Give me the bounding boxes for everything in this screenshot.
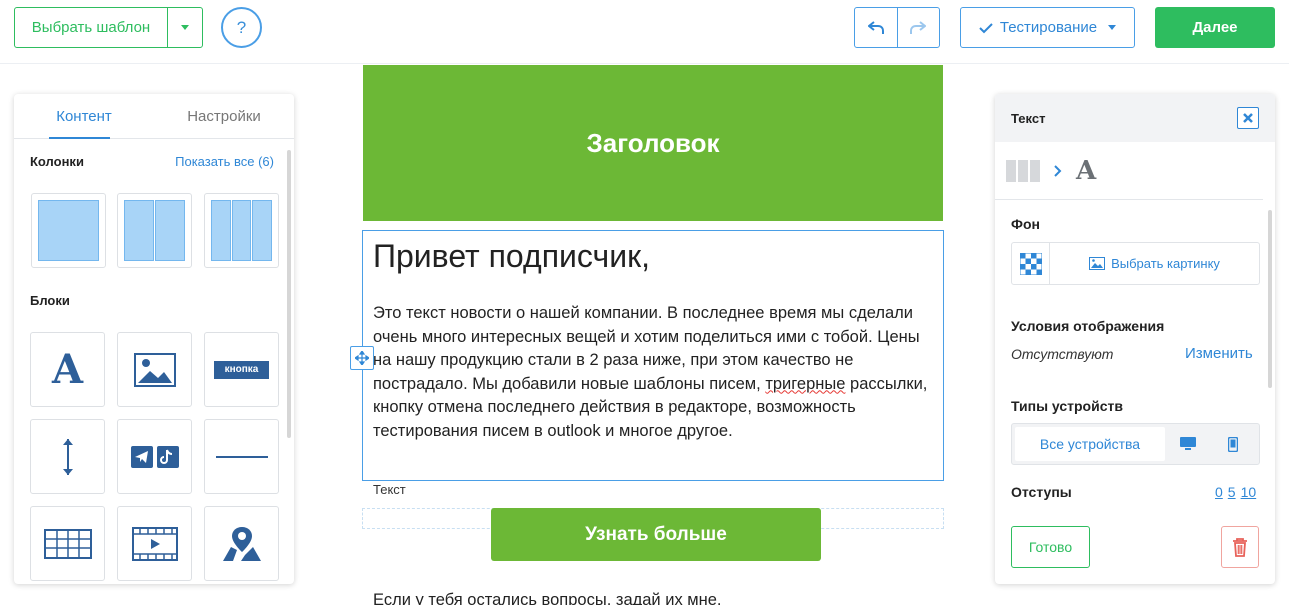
content-panel: Контент Настройки Колонки Показать все (… bbox=[14, 94, 294, 584]
close-button[interactable] bbox=[1237, 107, 1259, 129]
help-button[interactable]: ? bbox=[221, 7, 262, 48]
panel-header: Текст bbox=[995, 94, 1275, 142]
block-type-label: Текст bbox=[373, 482, 406, 497]
drag-handle[interactable] bbox=[350, 346, 374, 370]
background-control: Выбрать картинку bbox=[1011, 242, 1260, 285]
padding-values: 0 5 10 bbox=[1215, 484, 1256, 500]
undo-icon bbox=[867, 20, 884, 34]
block-button[interactable]: кнопка bbox=[204, 332, 279, 407]
tab-settings[interactable]: Настройки bbox=[154, 94, 294, 138]
column-layout-1[interactable] bbox=[31, 193, 106, 268]
cta-button[interactable]: Узнать больше bbox=[491, 508, 821, 561]
redo-icon bbox=[910, 20, 927, 34]
image-icon bbox=[1089, 257, 1106, 270]
checkerboard-icon bbox=[1019, 252, 1042, 275]
move-icon bbox=[355, 351, 369, 365]
chevron-down-icon bbox=[1108, 25, 1117, 30]
block-divider[interactable] bbox=[204, 419, 279, 494]
block-text[interactable]: A bbox=[30, 332, 105, 407]
testing-label: Тестирование bbox=[999, 19, 1098, 36]
change-conditions-link[interactable]: Изменить bbox=[1185, 345, 1253, 362]
block-social[interactable] bbox=[117, 419, 192, 494]
block-spacer[interactable] bbox=[30, 419, 105, 494]
breadcrumb: A bbox=[995, 142, 1263, 200]
mobile-option[interactable] bbox=[1211, 427, 1257, 461]
table-icon bbox=[43, 528, 92, 559]
block-video[interactable] bbox=[117, 506, 192, 581]
email-header-title: Заголовок bbox=[586, 127, 720, 158]
social-icon bbox=[130, 445, 179, 468]
block-table[interactable] bbox=[30, 506, 105, 581]
display-conditions-value: Отсутствуют bbox=[1011, 346, 1114, 362]
paddings-label: Отступы bbox=[1011, 484, 1072, 500]
desktop-icon bbox=[1179, 437, 1196, 450]
columns-icon[interactable] bbox=[1006, 159, 1040, 182]
columns-section-header: Колонки Показать все (6) bbox=[14, 154, 290, 169]
column-layout-2[interactable] bbox=[117, 193, 192, 268]
two-columns-icon bbox=[124, 200, 185, 261]
all-devices-option[interactable]: Все устройства bbox=[1015, 427, 1165, 461]
block-image[interactable] bbox=[117, 332, 192, 407]
body-paragraph: Это текст новости о нашей компании. В по… bbox=[373, 302, 933, 443]
history-group bbox=[854, 7, 940, 48]
panel-tabs: Контент Настройки bbox=[14, 94, 294, 139]
properties-panel: Текст A Фон Выбрать картинку Условия ото… bbox=[995, 94, 1275, 584]
device-types-label: Типы устройств bbox=[1011, 398, 1123, 414]
panel-title: Текст bbox=[1011, 110, 1046, 126]
image-icon bbox=[133, 352, 176, 387]
one-column-icon bbox=[38, 200, 99, 261]
greeting-heading: Привет подписчик, bbox=[373, 238, 650, 274]
display-conditions-label: Условия отображения bbox=[1011, 318, 1165, 334]
column-layout-3[interactable] bbox=[204, 193, 279, 268]
footer-paragraph: Если у тебя остались вопросы, задай их м… bbox=[373, 591, 722, 605]
checkmark-icon bbox=[979, 22, 993, 33]
chevron-down-icon bbox=[181, 25, 189, 30]
selected-text-block[interactable]: Привет подписчик, Это текст новости о на… bbox=[362, 230, 944, 481]
video-icon bbox=[131, 526, 178, 561]
scrollbar[interactable] bbox=[1268, 210, 1272, 388]
done-button[interactable]: Готово bbox=[1011, 526, 1090, 568]
text-icon: A bbox=[1076, 155, 1097, 186]
template-dropdown-button[interactable] bbox=[168, 8, 202, 47]
background-label: Фон bbox=[1011, 216, 1040, 232]
show-all-link[interactable]: Показать все (6) bbox=[175, 154, 274, 169]
blocks-section-header: Блоки bbox=[14, 293, 290, 308]
button-icon: кнопка bbox=[214, 360, 269, 379]
next-button[interactable]: Далее bbox=[1155, 7, 1275, 48]
undo-button[interactable] bbox=[855, 8, 898, 47]
mobile-icon bbox=[1228, 436, 1239, 452]
top-toolbar: Выбрать шаблон ? Тестирование Далее bbox=[0, 0, 1289, 64]
columns-title: Колонки bbox=[30, 154, 84, 169]
spacer-icon bbox=[62, 438, 73, 475]
block-map[interactable] bbox=[204, 506, 279, 581]
misspelled-word: тригерные bbox=[765, 374, 846, 393]
transparent-swatch[interactable] bbox=[1012, 243, 1050, 284]
padding-link[interactable]: 5 bbox=[1228, 484, 1236, 500]
padding-link[interactable]: 10 bbox=[1241, 484, 1257, 500]
choose-template-group: Выбрать шаблон bbox=[14, 7, 203, 48]
device-type-selector: Все устройства bbox=[1011, 423, 1260, 465]
blocks-title: Блоки bbox=[30, 293, 70, 308]
choose-template-button[interactable]: Выбрать шаблон bbox=[15, 8, 168, 47]
button-block-label: кнопка bbox=[224, 364, 259, 375]
choose-image-button[interactable]: Выбрать картинку bbox=[1050, 243, 1259, 284]
testing-dropdown-button[interactable]: Тестирование bbox=[960, 7, 1135, 48]
email-header-block[interactable]: Заголовок bbox=[363, 65, 943, 221]
trash-icon bbox=[1233, 538, 1247, 557]
three-columns-icon bbox=[211, 200, 273, 261]
tab-content[interactable]: Контент bbox=[14, 94, 154, 139]
redo-button[interactable] bbox=[898, 8, 940, 47]
divider-icon bbox=[215, 455, 268, 458]
close-icon bbox=[1243, 113, 1253, 123]
chevron-right-icon bbox=[1054, 164, 1062, 177]
text-icon: A bbox=[51, 346, 84, 393]
padding-link[interactable]: 0 bbox=[1215, 484, 1223, 500]
map-icon bbox=[222, 526, 261, 561]
delete-button[interactable] bbox=[1221, 526, 1259, 568]
desktop-option[interactable] bbox=[1165, 427, 1211, 461]
choose-image-label: Выбрать картинку bbox=[1111, 256, 1220, 271]
